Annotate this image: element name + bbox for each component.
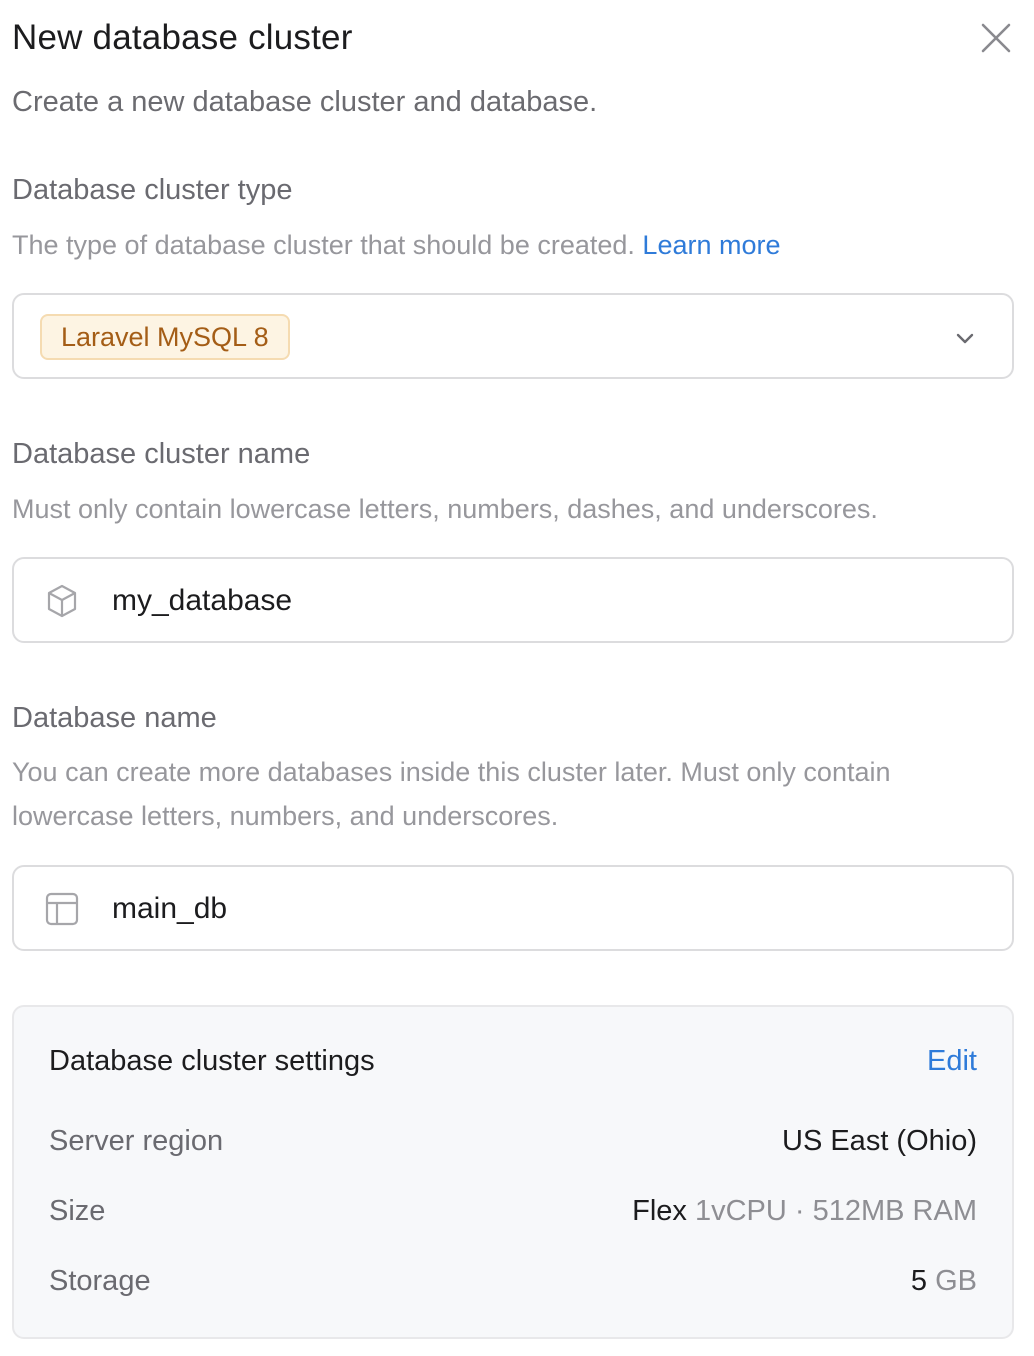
close-icon (981, 23, 1011, 53)
cluster-type-select[interactable]: Laravel MySQL 8 (12, 293, 1014, 379)
settings-row-region: Server region US East (Ohio) (49, 1125, 977, 1169)
learn-more-link[interactable]: Learn more (642, 230, 780, 260)
row-value: Flex 1vCPU · 512MB RAM (632, 1195, 977, 1228)
table-icon (45, 892, 79, 926)
row-label: Size (49, 1195, 106, 1227)
database-name-value: main_db (112, 892, 228, 925)
cluster-type-help-text: The type of database cluster that should… (12, 230, 635, 260)
dialog-title: New database cluster (12, 18, 353, 57)
chevron-down-icon (956, 333, 974, 344)
size-plan: Flex (632, 1195, 687, 1227)
size-spec: 1vCPU · 512MB RAM (694, 1195, 977, 1227)
create-database-cluster-dialog: New database cluster Create a new databa… (0, 0, 1034, 1356)
settings-row-storage: Storage 5 GB (49, 1265, 977, 1309)
settings-row-size: Size Flex 1vCPU · 512MB RAM (49, 1195, 977, 1239)
settings-edit-link[interactable]: Edit (927, 1045, 977, 1078)
cluster-name-input[interactable]: my_database (12, 557, 1014, 643)
storage-unit: GB (935, 1265, 977, 1297)
cluster-settings-panel: Database cluster settings Edit Server re… (12, 1005, 1014, 1339)
cluster-type-selected-badge: Laravel MySQL 8 (40, 314, 290, 360)
storage-amount: 5 (910, 1265, 928, 1297)
row-label: Storage (49, 1265, 151, 1297)
database-name-input[interactable]: main_db (12, 865, 1014, 951)
database-name-label: Database name (12, 702, 217, 734)
row-label: Server region (49, 1125, 224, 1157)
dialog-header: New database cluster (12, 16, 1014, 64)
cube-icon (47, 584, 77, 618)
cluster-name-label: Database cluster name (12, 438, 311, 470)
cluster-name-help: Must only contain lowercase letters, num… (12, 494, 878, 524)
close-button[interactable] (978, 20, 1014, 56)
cluster-type-help: The type of database cluster that should… (12, 223, 1014, 267)
cluster-name-value: my_database (112, 584, 293, 617)
dialog-subtitle: Create a new database cluster and databa… (12, 86, 598, 118)
settings-title: Database cluster settings (49, 1045, 375, 1077)
row-value: US East (Ohio) (782, 1125, 977, 1157)
cluster-type-label: Database cluster type (12, 174, 293, 206)
row-value: 5 GB (911, 1265, 977, 1298)
database-name-help: You can create more databases inside thi… (12, 757, 891, 831)
